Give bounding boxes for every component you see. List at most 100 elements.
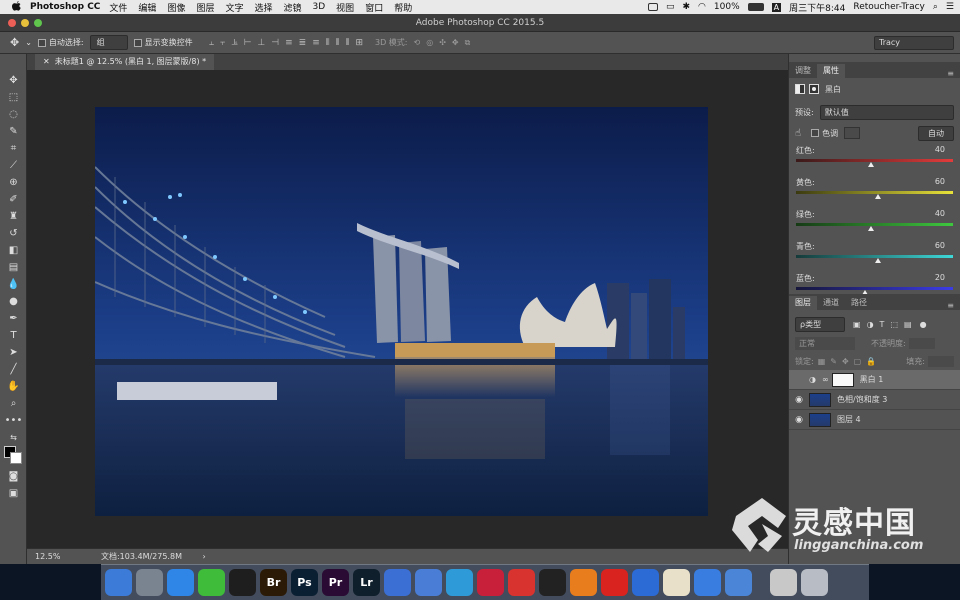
- battery-icon[interactable]: [747, 3, 764, 11]
- menu-layer[interactable]: 图层: [196, 1, 214, 14]
- quick-select-tool-icon[interactable]: ✎: [0, 123, 27, 140]
- preview-icon[interactable]: [663, 569, 690, 596]
- layer-name[interactable]: 黑白 1: [860, 374, 884, 385]
- layer-thumbnail[interactable]: [831, 372, 854, 387]
- browser-icon[interactable]: [632, 569, 659, 596]
- slider-track[interactable]: [796, 255, 953, 263]
- image-capture-icon[interactable]: [415, 569, 442, 596]
- color-slider[interactable]: 黄色: 60: [789, 177, 960, 206]
- type-tool-icon[interactable]: T: [0, 327, 27, 344]
- align-vcenter-icon[interactable]: ⫟: [220, 38, 225, 48]
- info-icon[interactable]: [446, 569, 473, 596]
- roll-3d-icon[interactable]: ◎: [426, 38, 433, 47]
- healing-tool-icon[interactable]: ⊕: [0, 174, 27, 191]
- menu-window[interactable]: 窗口: [365, 1, 383, 14]
- auto-select-dropdown[interactable]: 组: [89, 35, 128, 50]
- tab-layers[interactable]: 图层: [789, 296, 817, 310]
- clock[interactable]: 周三下午8:44: [789, 1, 845, 14]
- premiere-icon[interactable]: Pr: [322, 569, 349, 596]
- tint-checkbox[interactable]: 色调: [811, 128, 838, 139]
- fill-field[interactable]: [928, 355, 954, 367]
- move-tool-icon[interactable]: ✥: [0, 72, 27, 89]
- color-slider[interactable]: 青色: 60: [789, 241, 960, 270]
- wifi-icon[interactable]: ◠: [698, 2, 706, 12]
- filter-type-icon[interactable]: T: [880, 320, 885, 329]
- distribute-vcenter-icon[interactable]: ≣: [299, 38, 307, 48]
- slider-thumb[interactable]: [868, 162, 875, 167]
- tab-adjustments[interactable]: 调整: [789, 64, 817, 78]
- link-icon[interactable]: ∞: [822, 375, 829, 384]
- tab-properties[interactable]: 属性: [817, 64, 845, 78]
- eraser-tool-icon[interactable]: ◧: [0, 242, 27, 259]
- screen-icon[interactable]: [647, 3, 658, 11]
- lasso-tool-icon[interactable]: ◌: [0, 106, 27, 123]
- align-left-icon[interactable]: ⊢: [244, 38, 252, 48]
- distribute-right-icon[interactable]: ⦀: [346, 38, 350, 48]
- netease-music-icon[interactable]: [601, 569, 628, 596]
- slider-track[interactable]: [796, 223, 953, 231]
- layer-thumbnail[interactable]: [809, 392, 831, 407]
- menu-help[interactable]: 帮助: [394, 1, 412, 14]
- slider-track[interactable]: [796, 287, 953, 295]
- menu-edit[interactable]: 编辑: [138, 1, 156, 14]
- trash-icon[interactable]: [801, 569, 828, 596]
- opacity-field[interactable]: [908, 337, 935, 349]
- davinci-icon[interactable]: [477, 569, 504, 596]
- app-menu[interactable]: Photoshop CC: [30, 2, 100, 12]
- safari-icon[interactable]: [167, 569, 194, 596]
- brush-tool-icon[interactable]: ✐: [0, 191, 27, 208]
- zoom-tool-icon[interactable]: ⌕: [0, 395, 27, 412]
- menu-select[interactable]: 选择: [254, 1, 272, 14]
- close-button[interactable]: [8, 19, 16, 27]
- lock-all-icon[interactable]: 🔒: [866, 357, 876, 366]
- distribute-top-icon[interactable]: ≡: [285, 38, 293, 48]
- workspace-switcher[interactable]: Tracy: [874, 36, 954, 50]
- airplay-icon[interactable]: ▭: [666, 2, 675, 12]
- lock-artboard-icon[interactable]: ▢: [854, 357, 862, 366]
- minimize-button[interactable]: [21, 19, 29, 27]
- slide-3d-icon[interactable]: ✥: [452, 38, 459, 47]
- lock-pixels-icon[interactable]: ✎: [830, 357, 837, 366]
- user-name[interactable]: Retoucher-Tracy: [853, 2, 925, 12]
- disk-utility-icon[interactable]: [770, 569, 797, 596]
- lightroom-icon[interactable]: Lr: [353, 569, 380, 596]
- slider-thumb[interactable]: [874, 194, 881, 199]
- auto-button[interactable]: 自动: [918, 125, 954, 141]
- photoshop-icon[interactable]: Ps: [291, 569, 318, 596]
- marquee-tool-icon[interactable]: ⬚: [0, 89, 27, 106]
- finder-icon[interactable]: [105, 569, 132, 596]
- input-method-icon[interactable]: A: [771, 2, 782, 12]
- align-bottom-icon[interactable]: ⫡: [232, 38, 238, 48]
- more-tools-icon[interactable]: •••: [0, 412, 27, 429]
- line-tool-icon[interactable]: ╱: [0, 361, 27, 378]
- search-icon[interactable]: ⌕: [933, 2, 938, 12]
- slider-track[interactable]: [796, 159, 953, 167]
- move-tool-icon[interactable]: ✥: [10, 36, 19, 49]
- layer-filter-dropdown[interactable]: ρ类型: [795, 316, 845, 332]
- notification-icon[interactable]: ☰: [946, 2, 954, 12]
- maximize-button[interactable]: [34, 19, 42, 27]
- document-info[interactable]: 文档:103.4M/275.8M: [101, 552, 182, 561]
- crop-tool-icon[interactable]: ⌗: [0, 140, 27, 157]
- lock-transparent-icon[interactable]: ▦: [818, 357, 826, 366]
- layer-row[interactable]: ◉ 色相/饱和度 3: [789, 390, 960, 410]
- clone-stamp-tool-icon[interactable]: ♜: [0, 208, 27, 225]
- color-swatches[interactable]: [0, 446, 26, 468]
- document-tab[interactable]: ✕ 未标题1 @ 12.5% (黑白 1, 图层蒙版/8) *: [35, 54, 215, 70]
- layer-name[interactable]: 图层 4: [837, 414, 861, 425]
- tint-color-swatch[interactable]: [844, 127, 861, 139]
- layers-menu-icon[interactable]: ≡: [947, 301, 960, 310]
- show-transform-checkbox[interactable]: 显示变换控件: [133, 37, 193, 48]
- filter-toggle-icon[interactable]: ●: [920, 320, 927, 329]
- document-image[interactable]: [95, 107, 708, 516]
- pen-tool-icon[interactable]: ✒: [0, 310, 27, 327]
- preset-dropdown[interactable]: 默认值: [819, 104, 954, 120]
- slider-value[interactable]: 60: [935, 177, 945, 188]
- path-select-tool-icon[interactable]: ➤: [0, 344, 27, 361]
- chevron-right-icon[interactable]: ›: [203, 552, 206, 561]
- chevron-down-icon[interactable]: ⌄: [25, 38, 32, 47]
- targeted-adjust-icon[interactable]: ☝: [795, 128, 801, 139]
- color-slider[interactable]: 红色: 40: [789, 145, 960, 174]
- history-brush-tool-icon[interactable]: ↺: [0, 225, 27, 242]
- battery-percent[interactable]: 100%: [714, 2, 740, 12]
